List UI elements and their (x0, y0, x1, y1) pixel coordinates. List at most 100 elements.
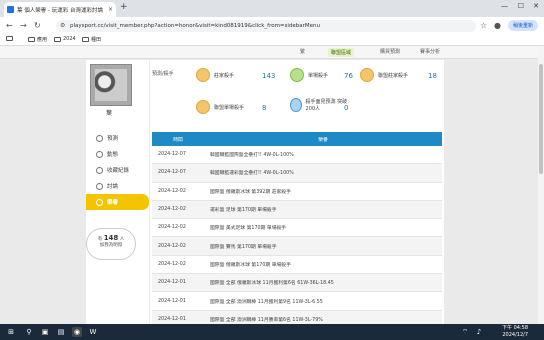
badge-count: 76 (344, 72, 353, 80)
bookmark-item[interactable]: 2024 (54, 36, 76, 42)
chrome-icon[interactable]: ◉ (72, 327, 82, 337)
url-text: playsport.cc/visit_member.php?action=hon… (70, 23, 321, 29)
row-honor: 國際盤 全部 澳洲職棒 11月勝率第6名 11W-3L-79% (204, 310, 442, 324)
sidebar-item-forecast[interactable]: 預測 (86, 130, 149, 146)
row-honor: 韓國職籃運彩盤全壘打!! 4W-0L-100% (204, 163, 442, 183)
badge-banker-killer: 莊家殺手 (196, 68, 234, 82)
row-honor: 國際盤 俄羅斯冰球 第170期 單場殺手 (204, 255, 442, 275)
browser-tab-bar: 葉 個人榮譽 - 玩運彩 台灣運彩討論 × + — ☐ ✕ (0, 0, 544, 17)
page-viewport: 繁 聯盟區域 購買預測 賽事分析 葉 預測 動態 收藏紀錄 討論 榮譽 有 14… (0, 46, 544, 324)
minimize-icon[interactable]: — (501, 2, 508, 10)
url-field[interactable]: ⚙ playsport.cc/visit_member.php?action=h… (56, 20, 476, 32)
profile-icon[interactable]: ● (494, 21, 501, 30)
site-favicon-icon (7, 6, 14, 13)
row-date: 2024-12-02 (152, 255, 204, 275)
bookmark-item[interactable]: 種田 (82, 36, 101, 43)
tab-title: 葉 個人榮譽 - 玩運彩 台灣運彩討論 (17, 7, 103, 14)
site-top-nav: 繁 聯盟區域 購買預測 賽事分析 (0, 46, 544, 59)
back-icon[interactable]: ← (6, 21, 13, 30)
search-icon[interactable]: ⚲ (24, 327, 34, 337)
avatar[interactable] (90, 64, 132, 106)
row-date: 2024-12-01 (152, 291, 204, 311)
site-info-icon[interactable]: ⚙ (60, 22, 65, 29)
badge-single-killer: 單場殺手 (290, 68, 328, 82)
row-honor: 韓國職籃國際盤全壘打!! 4W-0L-100% (204, 146, 442, 165)
active-tab[interactable]: 葉 個人榮譽 - 玩運彩 台灣運彩討論 × (4, 2, 116, 17)
folder-icon (82, 37, 89, 42)
top-nav-item-active[interactable]: 聯盟區域 (328, 48, 355, 57)
table-row: 2024-12-01 國際盤 全部 澳洲職棒 11月勝率第6名 11W-3L-79… (152, 310, 442, 324)
username: 葉 (105, 110, 112, 117)
badge-league-single-killer: 聯盟單場殺手 (196, 100, 244, 114)
row-honor: 運彩盤 足球 第170期 單場殺手 (204, 200, 442, 220)
honor-section-heading: 預測/殺手 (152, 71, 174, 77)
row-date: 2024-12-07 (152, 163, 204, 183)
medal-icon (360, 68, 374, 82)
bookmark-item[interactable] (6, 36, 15, 41)
table-row: 2024-12-02 運彩盤 足球 第170期 單場殺手 (152, 200, 442, 220)
forward-icon[interactable]: → (20, 21, 27, 30)
address-toolbar: ← → ↻ ⚙ playsport.cc/visit_member.php?ac… (0, 17, 544, 35)
table-row: 2024-12-02 國際盤 美式足球 第170期 單場殺手 (152, 218, 442, 238)
row-date: 2024-12-02 (152, 218, 204, 238)
row-honor: 國際盤 美式足球 第170期 單場殺手 (204, 218, 442, 238)
row-date: 2024-12-01 (152, 273, 204, 293)
clock[interactable]: 下午 04:58 2024/12/7 (502, 325, 528, 339)
badge-killer-200: 殺手面見預測 突破200人 (290, 98, 350, 112)
avatar-image (95, 69, 127, 101)
honor-table: 時間 榮譽 2024-12-07 韓國職籃國際盤全壘打!! 4W-0L-100% 2… (152, 132, 442, 324)
page-scrollbar[interactable] (538, 46, 544, 324)
table-row: 2024-12-07 韓國職籃國際盤全壘打!! 4W-0L-100% (152, 146, 442, 165)
folder-icon (54, 36, 61, 42)
top-nav-item[interactable]: 繁 (300, 48, 305, 55)
bookmark-item[interactable]: 應用 (28, 36, 47, 43)
honor-content: 預測/殺手 莊家殺手 143 單場殺手 76 聯盟莊家殺手 18 聯盟單場殺手 … (150, 60, 444, 324)
top-nav-item[interactable]: 賽事分析 (420, 48, 440, 55)
row-honor: 國際盤 全部 澳洲職棒 11月獲利第9名 11W-3L-6.55 (204, 291, 442, 311)
windows-taskbar: ⊞ ⚲ ▣ ▤ ◉ W ⌔ ♪ 下午 04:58 2024/12/7 (0, 324, 544, 340)
medal-icon (290, 98, 302, 112)
medal-icon (196, 68, 210, 82)
word-icon[interactable]: W (88, 327, 98, 337)
new-tab-icon[interactable]: + (120, 2, 128, 12)
sidebar-menu: 預測 動態 收藏紀錄 討論 榮譽 (86, 130, 149, 210)
table-row: 2024-12-02 國際盤 俄羅斯冰球 第170期 單場殺手 (152, 255, 442, 275)
table-row: 2024-12-07 韓國職籃運彩盤全壘打!! 4W-0L-100% (152, 163, 442, 183)
badge-league-banker-killer: 聯盟莊家殺手 (360, 68, 408, 82)
honor-icon (96, 198, 103, 206)
row-date: 2024-12-02 (152, 182, 204, 201)
reload-icon[interactable]: ↻ (34, 21, 41, 30)
profile-sidebar: 葉 預測 動態 收藏紀錄 討論 榮譽 有 148 人 加我為明燈 (86, 60, 149, 324)
update-button[interactable]: 稍後重新 (508, 20, 538, 31)
medal-icon (196, 100, 210, 114)
tab-close-icon[interactable]: × (108, 6, 113, 13)
folder-icon (6, 36, 13, 41)
row-honor: 國際盤 俄羅斯冰球 第392期 莊家殺手 (204, 182, 442, 201)
row-date: 2024-12-01 (152, 310, 204, 324)
maximize-icon[interactable]: ☐ (518, 2, 524, 10)
sidebar-item-activity[interactable]: 動態 (86, 146, 149, 162)
top-nav-item[interactable]: 購買預測 (380, 48, 400, 55)
badge-count: 0 (344, 104, 349, 112)
sidebar-item-collection[interactable]: 收藏紀錄 (86, 162, 149, 178)
volume-icon[interactable]: ♪ (474, 327, 484, 337)
star-icon[interactable]: ☆ (480, 21, 487, 30)
start-icon[interactable]: ⊞ (6, 327, 16, 337)
sidebar-item-honor[interactable]: 榮譽 (86, 194, 149, 210)
row-honor: 國際盤 全部 俄羅斯冰球 11月獲利第6名 61W-36L-18.45 (204, 273, 442, 293)
network-icon[interactable]: ⌔ (460, 327, 470, 337)
medal-icon (290, 68, 304, 82)
follow-counter[interactable]: 有 148 人 加我為明燈 (86, 228, 136, 260)
sidebar-item-discussion[interactable]: 討論 (86, 178, 149, 194)
task-view-icon[interactable]: ▣ (40, 327, 50, 337)
column-header-time: 時間 (152, 132, 204, 146)
forecast-icon (96, 134, 103, 142)
row-date: 2024-12-02 (152, 236, 204, 256)
scrollbar-thumb[interactable] (539, 64, 543, 174)
table-row: 2024-12-01 國際盤 全部 澳洲職棒 11月獲利第9名 11W-3L-6.… (152, 291, 442, 311)
window-close-icon[interactable]: ✕ (533, 2, 539, 10)
bookmarks-bar: 應用 2024 種田 (0, 35, 544, 46)
table-row: 2024-12-01 國際盤 全部 俄羅斯冰球 11月獲利第6名 61W-36L-… (152, 273, 442, 293)
file-explorer-icon[interactable]: ▤ (56, 327, 66, 337)
collection-icon (96, 166, 103, 174)
